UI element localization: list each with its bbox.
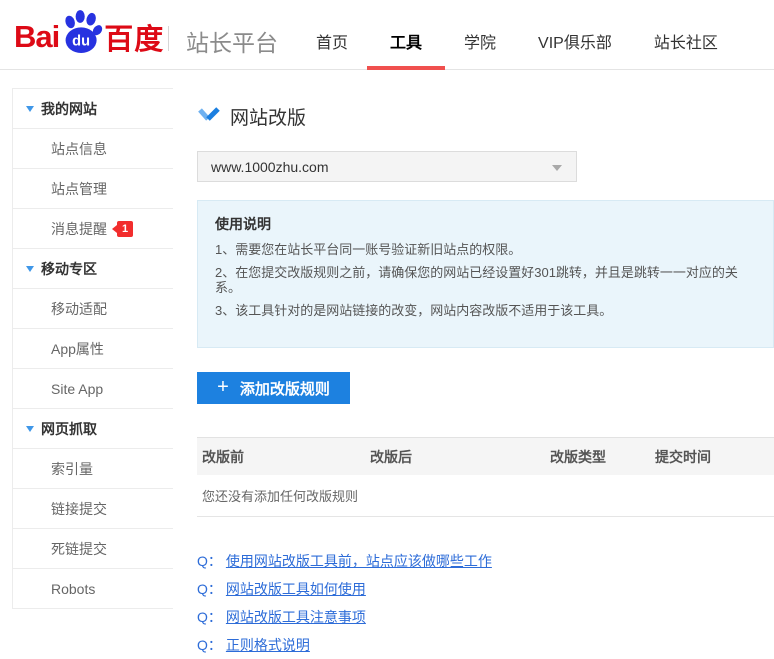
revision-rules-table: 改版前 改版后 改版类型 提交时间 您还没有添加任何改版规则 <box>197 437 774 517</box>
chevron-down-icon <box>552 165 562 171</box>
col-header-after: 改版后 <box>365 447 545 467</box>
page-title: 网站改版 <box>230 103 306 130</box>
revision-tool-icon <box>197 106 221 128</box>
baidu-paw-icon: du <box>61 10 103 59</box>
sidebar-section-mobile-zone[interactable]: 移动专区 <box>13 249 173 289</box>
active-tab-underline <box>367 66 445 70</box>
faq-prefix: Q： <box>197 635 222 655</box>
site-selector-value: www.1000zhu.com <box>211 159 329 175</box>
usage-instructions-box: 使用说明 1、需要您在站长平台同一账号验证新旧站点的权限。 2、在您提交改版规则… <box>197 200 774 348</box>
sidebar-item-app-attributes[interactable]: App属性 <box>13 329 173 369</box>
logo-text-du: du <box>72 34 90 50</box>
col-header-before: 改版前 <box>197 447 365 467</box>
instructions-list: 1、需要您在站长平台同一账号验证新旧站点的权限。 2、在您提交改版规则之前，请确… <box>215 242 756 318</box>
platform-name: 站长平台 <box>186 24 278 58</box>
notification-badge: 1 <box>117 221 133 237</box>
caret-down-icon <box>26 266 34 272</box>
logo-divider <box>168 26 169 51</box>
faq-link-before-revision[interactable]: 使用网站改版工具前，站点应该做哪些工作 <box>226 551 492 571</box>
faq-prefix: Q： <box>197 579 222 599</box>
plus-icon: + <box>217 376 229 399</box>
sidebar-section-my-sites[interactable]: 我的网站 <box>13 89 173 129</box>
sidebar-item-dead-link-submit[interactable]: 死链提交 <box>13 529 173 569</box>
sidebar-section-web-crawl[interactable]: 网页抓取 <box>13 409 173 449</box>
badge-arrow-icon <box>112 225 117 233</box>
nav-item-home[interactable]: 首页 <box>316 29 348 53</box>
instruction-item: 2、在您提交改版规则之前，请确保您的网站已经设置好301跳转，并且是跳转一一对应… <box>215 265 756 295</box>
sidebar-item-index-volume[interactable]: 索引量 <box>13 449 173 489</box>
instruction-item: 1、需要您在站长平台同一账号验证新旧站点的权限。 <box>215 242 756 257</box>
logo-text-cn: 百度 <box>104 16 164 58</box>
col-header-time: 提交时间 <box>650 447 774 467</box>
logo-text-bai: Bai <box>14 19 59 55</box>
main-content: 网站改版 www.1000zhu.com 使用说明 1、需要您在站长平台同一账号… <box>197 88 774 659</box>
sidebar-item-mobile-adapt[interactable]: 移动适配 <box>13 289 173 329</box>
instruction-item: 3、该工具针对的是网站链接的改变，网站内容改版不适用于该工具。 <box>215 303 756 318</box>
table-header-row: 改版前 改版后 改版类型 提交时间 <box>197 437 774 475</box>
table-empty-state: 您还没有添加任何改版规则 <box>197 475 774 517</box>
instructions-title: 使用说明 <box>215 214 756 234</box>
top-nav: 首页 工具 学院 VIP俱乐部 站长社区 <box>316 29 718 53</box>
add-revision-rule-button[interactable]: + 添加改版规则 <box>197 372 350 404</box>
faq-prefix: Q： <box>197 551 222 571</box>
caret-down-icon <box>26 106 34 112</box>
sidebar: 我的网站 站点信息 站点管理 消息提醒 1 移动专区 移动适配 App属性 Si… <box>12 88 173 609</box>
sidebar-item-link-submit[interactable]: 链接提交 <box>13 489 173 529</box>
nav-item-vip-club[interactable]: VIP俱乐部 <box>538 29 612 53</box>
site-selector-dropdown[interactable]: www.1000zhu.com <box>197 151 577 182</box>
faq-row: Q： 使用网站改版工具前，站点应该做哪些工作 <box>197 547 774 575</box>
sidebar-item-site-info[interactable]: 站点信息 <box>13 129 173 169</box>
faq-row: Q： 正则格式说明 <box>197 631 774 659</box>
faq-link-regex-format[interactable]: 正则格式说明 <box>226 635 310 655</box>
faq-link-notes[interactable]: 网站改版工具注意事项 <box>226 607 366 627</box>
faq-link-how-to-use[interactable]: 网站改版工具如何使用 <box>226 579 366 599</box>
sidebar-item-message-alerts[interactable]: 消息提醒 1 <box>13 209 173 249</box>
sidebar-item-robots[interactable]: Robots <box>13 569 173 609</box>
baidu-logo[interactable]: Bai du 百度 <box>14 12 164 61</box>
faq-row: Q： 网站改版工具注意事项 <box>197 603 774 631</box>
faq-links: Q： 使用网站改版工具前，站点应该做哪些工作 Q： 网站改版工具如何使用 Q： … <box>197 547 774 659</box>
nav-item-college[interactable]: 学院 <box>464 29 496 53</box>
faq-row: Q： 网站改版工具如何使用 <box>197 575 774 603</box>
faq-prefix: Q： <box>197 607 222 627</box>
caret-down-icon <box>26 426 34 432</box>
sidebar-item-site-manage[interactable]: 站点管理 <box>13 169 173 209</box>
header: Bai du 百度 站长平台 首页 工具 学院 VIP俱乐部 <box>0 0 774 70</box>
sidebar-item-site-app[interactable]: Site App <box>13 369 173 409</box>
nav-item-community[interactable]: 站长社区 <box>654 29 718 53</box>
page-title-row: 网站改版 <box>197 103 774 130</box>
nav-item-tools[interactable]: 工具 <box>390 29 422 53</box>
col-header-type: 改版类型 <box>545 447 650 467</box>
